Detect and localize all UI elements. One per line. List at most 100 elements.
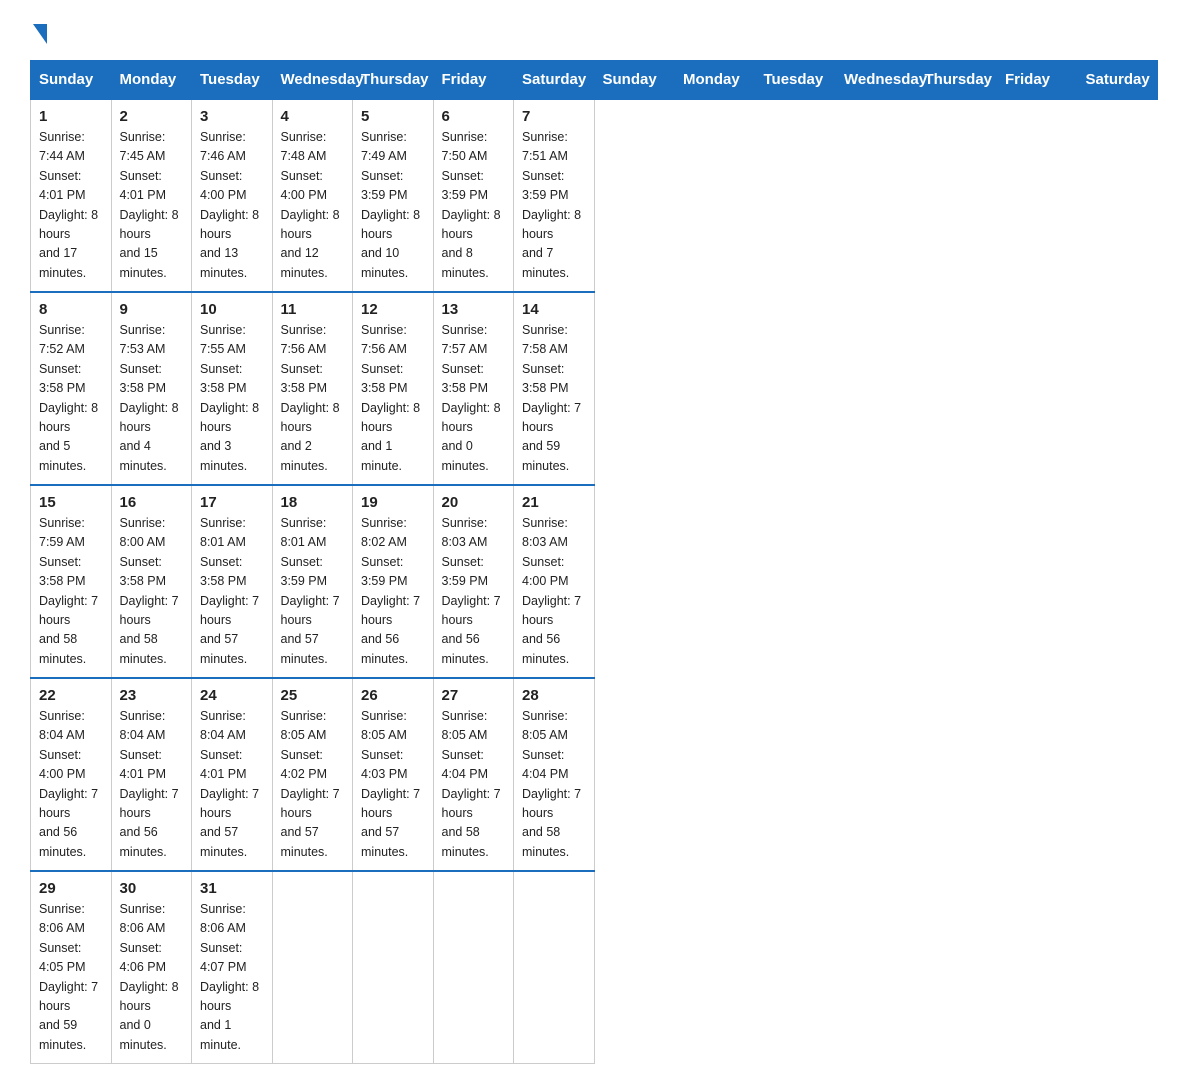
day-info: Sunrise: 8:01 AMSunset: 3:59 PMDaylight:… xyxy=(281,516,340,666)
day-info: Sunrise: 8:02 AMSunset: 3:59 PMDaylight:… xyxy=(361,516,420,666)
day-number: 15 xyxy=(39,494,103,511)
day-info: Sunrise: 8:05 AMSunset: 4:04 PMDaylight:… xyxy=(442,709,501,859)
day-number: 25 xyxy=(281,687,345,704)
day-number: 19 xyxy=(361,494,425,511)
day-info: Sunrise: 8:01 AMSunset: 3:58 PMDaylight:… xyxy=(200,516,259,666)
calendar-cell xyxy=(514,871,595,1064)
calendar-cell: 6Sunrise: 7:50 AMSunset: 3:59 PMDaylight… xyxy=(433,99,514,292)
day-info: Sunrise: 8:06 AMSunset: 4:07 PMDaylight:… xyxy=(200,902,259,1052)
calendar-cell: 5 Sunrise: 7:49 AMSunset: 3:59 PMDaylight… xyxy=(353,99,434,292)
column-header-friday: Friday xyxy=(997,61,1078,100)
calendar-cell: 25 Sunrise: 8:05 AMSunset: 4:02 PMDayligh… xyxy=(272,678,353,871)
day-number: 5 xyxy=(361,108,425,125)
day-number: 31 xyxy=(200,880,264,897)
calendar-cell: 9Sunrise: 7:53 AMSunset: 3:58 PMDaylight… xyxy=(111,292,192,485)
calendar-cell: 4Sunrise: 7:48 AMSunset: 4:00 PMDaylight… xyxy=(272,99,353,292)
column-header-thursday: Thursday xyxy=(353,61,434,100)
column-header-tuesday: Tuesday xyxy=(192,61,273,100)
day-number: 17 xyxy=(200,494,264,511)
calendar-cell: 28Sunrise: 8:05 AMSunset: 4:04 PMDayligh… xyxy=(514,678,595,871)
calendar-table: SundayMondayTuesdayWednesdayThursdayFrid… xyxy=(30,60,1158,1064)
calendar-cell: 17 Sunrise: 8:01 AMSunset: 3:58 PMDayligh… xyxy=(192,485,273,678)
column-header-friday: Friday xyxy=(433,61,514,100)
day-info: Sunrise: 8:05 AMSunset: 4:03 PMDaylight:… xyxy=(361,709,420,859)
logo xyxy=(30,20,47,42)
day-info: Sunrise: 7:51 AMSunset: 3:59 PMDaylight:… xyxy=(522,130,581,280)
day-info: Sunrise: 7:57 AMSunset: 3:58 PMDaylight:… xyxy=(442,323,501,473)
column-header-thursday: Thursday xyxy=(916,61,997,100)
column-header-sunday: Sunday xyxy=(594,61,675,100)
calendar-cell: 23 Sunrise: 8:04 AMSunset: 4:01 PMDayligh… xyxy=(111,678,192,871)
day-info: Sunrise: 7:49 AMSunset: 3:59 PMDaylight:… xyxy=(361,130,420,280)
day-info: Sunrise: 7:52 AMSunset: 3:58 PMDaylight:… xyxy=(39,323,98,473)
calendar-cell: 26 Sunrise: 8:05 AMSunset: 4:03 PMDayligh… xyxy=(353,678,434,871)
day-number: 10 xyxy=(200,301,264,318)
day-number: 14 xyxy=(522,301,586,318)
column-header-monday: Monday xyxy=(111,61,192,100)
calendar-cell: 12Sunrise: 7:56 AMSunset: 3:58 PMDayligh… xyxy=(353,292,434,485)
calendar-cell: 16Sunrise: 8:00 AMSunset: 3:58 PMDayligh… xyxy=(111,485,192,678)
day-number: 20 xyxy=(442,494,506,511)
calendar-header-row: SundayMondayTuesdayWednesdayThursdayFrid… xyxy=(31,61,1158,100)
column-header-wednesday: Wednesday xyxy=(836,61,917,100)
calendar-cell: 30 Sunrise: 8:06 AMSunset: 4:06 PMDayligh… xyxy=(111,871,192,1064)
day-info: Sunrise: 7:48 AMSunset: 4:00 PMDaylight:… xyxy=(281,130,340,280)
page-header xyxy=(30,20,1158,42)
day-number: 11 xyxy=(281,301,345,318)
calendar-cell: 2 Sunrise: 7:45 AMSunset: 4:01 PMDaylight… xyxy=(111,99,192,292)
day-number: 16 xyxy=(120,494,184,511)
day-number: 2 xyxy=(120,108,184,125)
day-number: 30 xyxy=(120,880,184,897)
day-info: Sunrise: 8:04 AMSunset: 4:01 PMDaylight:… xyxy=(200,709,259,859)
calendar-week-row: 15Sunrise: 7:59 AMSunset: 3:58 PMDayligh… xyxy=(31,485,1158,678)
day-info: Sunrise: 8:04 AMSunset: 4:00 PMDaylight:… xyxy=(39,709,98,859)
calendar-cell: 29 Sunrise: 8:06 AMSunset: 4:05 PMDayligh… xyxy=(31,871,112,1064)
column-header-tuesday: Tuesday xyxy=(755,61,836,100)
day-info: Sunrise: 7:56 AMSunset: 3:58 PMDaylight:… xyxy=(281,323,340,473)
day-number: 3 xyxy=(200,108,264,125)
day-info: Sunrise: 7:53 AMSunset: 3:58 PMDaylight:… xyxy=(120,323,179,473)
column-header-monday: Monday xyxy=(675,61,756,100)
calendar-cell: 11 Sunrise: 7:56 AMSunset: 3:58 PMDayligh… xyxy=(272,292,353,485)
calendar-cell: 19 Sunrise: 8:02 AMSunset: 3:59 PMDayligh… xyxy=(353,485,434,678)
day-info: Sunrise: 7:46 AMSunset: 4:00 PMDaylight:… xyxy=(200,130,259,280)
day-number: 24 xyxy=(200,687,264,704)
calendar-cell: 1Sunrise: 7:44 AMSunset: 4:01 PMDaylight… xyxy=(31,99,112,292)
day-info: Sunrise: 8:04 AMSunset: 4:01 PMDaylight:… xyxy=(120,709,179,859)
calendar-cell: 14Sunrise: 7:58 AMSunset: 3:58 PMDayligh… xyxy=(514,292,595,485)
day-number: 21 xyxy=(522,494,586,511)
calendar-week-row: 8 Sunrise: 7:52 AMSunset: 3:58 PMDaylight… xyxy=(31,292,1158,485)
calendar-cell: 20 Sunrise: 8:03 AMSunset: 3:59 PMDayligh… xyxy=(433,485,514,678)
calendar-cell: 7 Sunrise: 7:51 AMSunset: 3:59 PMDaylight… xyxy=(514,99,595,292)
day-number: 8 xyxy=(39,301,103,318)
day-info: Sunrise: 8:06 AMSunset: 4:06 PMDaylight:… xyxy=(120,902,179,1052)
day-info: Sunrise: 7:55 AMSunset: 3:58 PMDaylight:… xyxy=(200,323,259,473)
day-number: 29 xyxy=(39,880,103,897)
calendar-week-row: 29 Sunrise: 8:06 AMSunset: 4:05 PMDayligh… xyxy=(31,871,1158,1064)
day-number: 23 xyxy=(120,687,184,704)
calendar-cell: 21 Sunrise: 8:03 AMSunset: 4:00 PMDayligh… xyxy=(514,485,595,678)
calendar-cell: 22Sunrise: 8:04 AMSunset: 4:00 PMDayligh… xyxy=(31,678,112,871)
calendar-cell: 31 Sunrise: 8:06 AMSunset: 4:07 PMDayligh… xyxy=(192,871,273,1064)
day-number: 13 xyxy=(442,301,506,318)
day-info: Sunrise: 8:05 AMSunset: 4:02 PMDaylight:… xyxy=(281,709,340,859)
day-number: 27 xyxy=(442,687,506,704)
day-number: 1 xyxy=(39,108,103,125)
day-number: 7 xyxy=(522,108,586,125)
day-info: Sunrise: 7:45 AMSunset: 4:01 PMDaylight:… xyxy=(120,130,179,280)
calendar-week-row: 22Sunrise: 8:04 AMSunset: 4:00 PMDayligh… xyxy=(31,678,1158,871)
day-info: Sunrise: 8:03 AMSunset: 3:59 PMDaylight:… xyxy=(442,516,501,666)
calendar-cell: 3 Sunrise: 7:46 AMSunset: 4:00 PMDaylight… xyxy=(192,99,273,292)
column-header-saturday: Saturday xyxy=(514,61,595,100)
day-info: Sunrise: 8:06 AMSunset: 4:05 PMDaylight:… xyxy=(39,902,98,1052)
column-header-saturday: Saturday xyxy=(1077,61,1158,100)
day-number: 6 xyxy=(442,108,506,125)
calendar-cell xyxy=(433,871,514,1064)
calendar-week-row: 1Sunrise: 7:44 AMSunset: 4:01 PMDaylight… xyxy=(31,99,1158,292)
column-header-wednesday: Wednesday xyxy=(272,61,353,100)
calendar-cell: 18Sunrise: 8:01 AMSunset: 3:59 PMDayligh… xyxy=(272,485,353,678)
calendar-cell xyxy=(272,871,353,1064)
day-number: 26 xyxy=(361,687,425,704)
day-number: 28 xyxy=(522,687,586,704)
day-info: Sunrise: 8:03 AMSunset: 4:00 PMDaylight:… xyxy=(522,516,581,666)
